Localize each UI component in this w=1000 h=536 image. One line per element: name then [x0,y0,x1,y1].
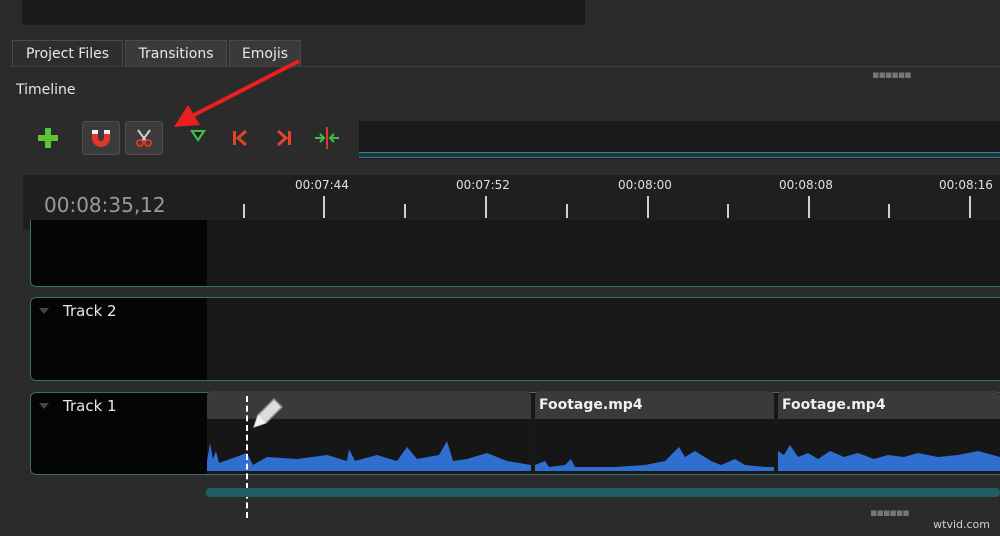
ruler-major-tick [647,196,649,218]
plus-icon [38,128,58,148]
panel-resize-handle[interactable]: ▪▪▪▪▪▪ [870,507,910,518]
ruler-tick-label: 00:08:16 [939,178,993,192]
center-icon [315,127,339,149]
add-track-button[interactable] [29,121,67,155]
track-header[interactable] [31,220,207,286]
annotation-arrow [174,59,300,127]
video-preview-area [22,0,585,25]
playhead-timecode: 00:08:35,12 [44,193,166,217]
pen-cursor-icon [252,397,284,429]
ruler-tick-label: 00:08:00 [618,178,672,192]
ruler-major-tick [969,196,971,218]
clip-header[interactable]: Footage.mp4 [535,391,774,419]
snapping-button[interactable] [82,121,120,155]
ruler-tick-label: 00:08:08 [779,178,833,192]
collapse-triangle-icon[interactable] [39,308,49,314]
track-row-track-2[interactable]: Track 2 [30,297,1000,381]
tab-project-files[interactable]: Project Files [12,40,123,66]
clip[interactable]: Footage.mp4 [535,391,774,471]
clip-title: Footage.mp4 [782,397,886,413]
tab-label: Project Files [25,46,110,62]
ruler-minor-tick [888,204,890,218]
ruler-minor-tick [404,204,406,218]
panel-resize-handle[interactable]: ▪▪▪▪▪▪ [872,69,912,80]
track-title: Track 1 [63,397,117,415]
playhead-line[interactable] [246,396,248,518]
center-playhead-button[interactable] [308,121,346,155]
magnet-icon [92,130,110,147]
timeline-zoom-slider[interactable] [359,152,1000,158]
clip[interactable]: Footage.mp4 [778,391,1000,471]
track-header[interactable]: Track 2 [31,298,207,380]
audio-waveform [535,447,774,471]
scissors-icon [136,129,152,147]
ruler-minor-tick [243,204,245,218]
clip-title: Footage.mp4 [539,397,643,413]
audio-waveform [207,441,531,471]
track-title: Track 2 [63,302,117,320]
ruler-tick-label: 00:07:52 [456,178,510,192]
track-header[interactable]: Track 1 [31,393,207,474]
tab-bar-divider [10,66,1000,67]
audio-waveform [778,445,1000,471]
ruler-tick-label: 00:07:44 [295,178,349,192]
watermark-text: wtvid.com [933,518,990,531]
ruler-major-tick [323,196,325,218]
ruler-minor-tick [566,204,568,218]
clip-header[interactable]: Footage.mp4 [778,391,1000,419]
collapse-triangle-icon[interactable] [39,403,49,409]
panel-title: Timeline [16,82,76,98]
track-row-top[interactable] [30,220,1000,287]
razor-button[interactable] [125,121,163,155]
ruler-major-tick [485,196,487,218]
timeline-horizontal-scrollbar[interactable] [206,488,1000,497]
ruler-major-tick [808,196,810,218]
ruler-minor-tick [727,204,729,218]
